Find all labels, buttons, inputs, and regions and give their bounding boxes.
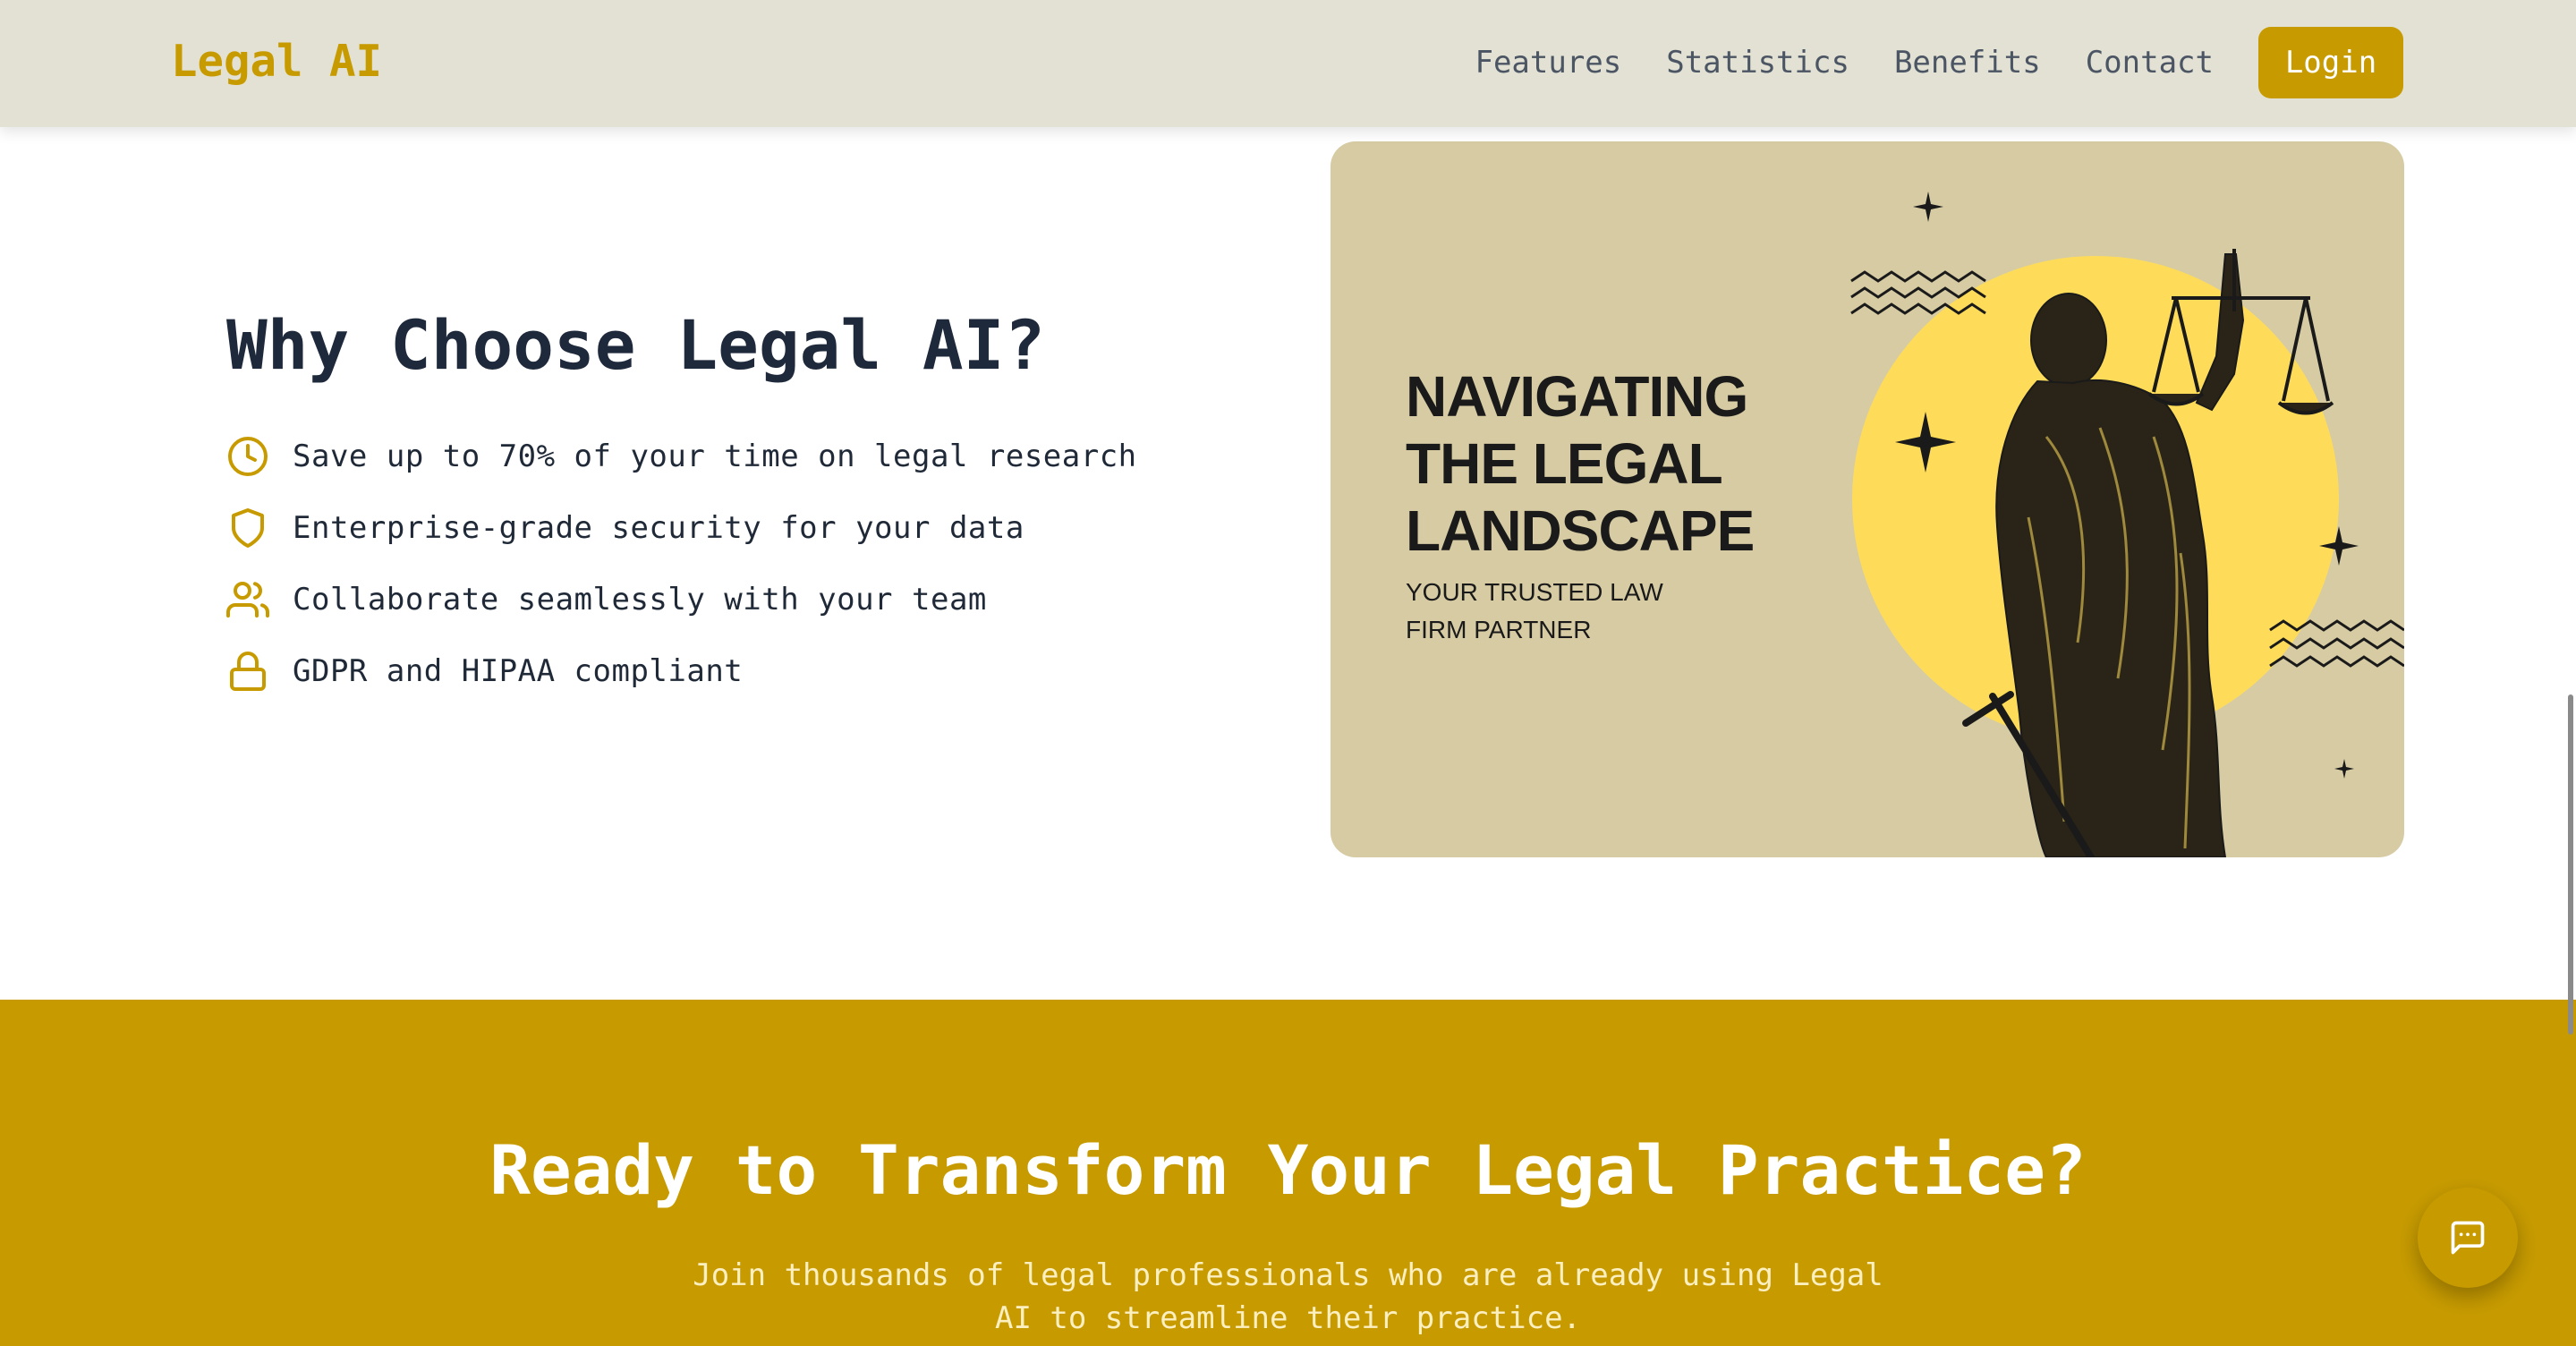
cta-section: Ready to Transform Your Legal Practice? … — [0, 1000, 2576, 1346]
benefit-item: GDPR and HIPAA compliant — [226, 635, 1137, 707]
login-button[interactable]: Login — [2258, 27, 2403, 98]
chat-icon — [2448, 1218, 2487, 1257]
benefit-item: Save up to 70% of your time on legal res… — [226, 421, 1137, 492]
benefits-list: Save up to 70% of your time on legal res… — [226, 421, 1137, 707]
benefit-text: Enterprise-grade security for your data — [293, 510, 1024, 546]
section-title: Why Choose Legal AI? — [226, 305, 1046, 385]
top-navbar: Legal AI Features Statistics Benefits Co… — [0, 0, 2576, 127]
page-scrollbar[interactable] — [2568, 694, 2573, 1035]
cta-description: Join thousands of legal professionals wh… — [693, 1257, 1883, 1336]
nav-link-benefits[interactable]: Benefits — [1894, 45, 2041, 81]
card-headline-line-1: NAVIGATING — [1406, 364, 1748, 429]
lock-icon — [226, 650, 269, 693]
benefit-text: GDPR and HIPAA compliant — [293, 653, 744, 689]
chat-button[interactable] — [2418, 1188, 2518, 1288]
card-subline: YOUR TRUSTED LAW FIRM PARTNER — [1406, 578, 1663, 643]
benefit-item: Enterprise-grade security for your data — [226, 492, 1137, 564]
main-nav: Features Statistics Benefits Contact Log… — [1475, 26, 2403, 99]
card-headline-line-2: THE LEGAL — [1406, 431, 1723, 496]
card-headline: NAVIGATING THE LEGAL LANDSCAPE — [1406, 363, 1755, 565]
benefit-item: Collaborate seamlessly with your team — [226, 564, 1137, 635]
benefit-text: Save up to 70% of your time on legal res… — [293, 439, 1137, 474]
nav-link-contact[interactable]: Contact — [2086, 45, 2214, 81]
card-headline-line-3: LANDSCAPE — [1406, 498, 1755, 563]
nav-link-statistics[interactable]: Statistics — [1666, 45, 1849, 81]
hero-image-card: NAVIGATING THE LEGAL LANDSCAPE YOUR TRUS… — [1331, 141, 2404, 857]
benefit-text: Collaborate seamlessly with your team — [293, 582, 987, 618]
nav-link-features[interactable]: Features — [1475, 45, 1621, 81]
cta-title: Ready to Transform Your Legal Practice? — [489, 1130, 2087, 1210]
brand-logo[interactable]: Legal AI — [171, 30, 382, 93]
shield-icon — [226, 507, 269, 549]
users-icon — [226, 578, 269, 621]
clock-icon — [226, 435, 269, 478]
